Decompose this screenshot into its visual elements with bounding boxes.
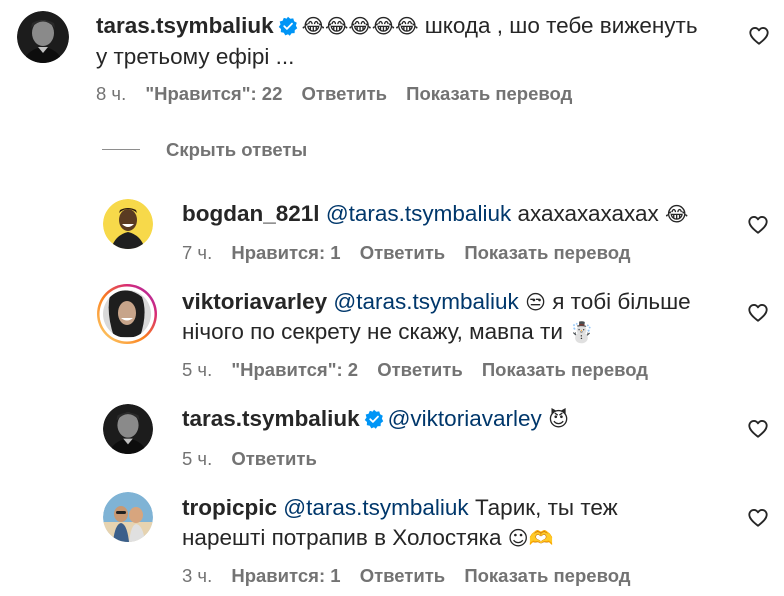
like-heart-icon[interactable] bbox=[747, 418, 769, 440]
likes-count-button[interactable]: Нравится: 1 bbox=[231, 241, 340, 265]
avatar-tropicpic[interactable] bbox=[103, 492, 153, 542]
avatar-taras-reply[interactable] bbox=[103, 404, 153, 454]
avatar-bogdan[interactable] bbox=[103, 199, 153, 249]
comment-emojis: 😂😂😂😂😂 bbox=[301, 14, 419, 38]
reply-button[interactable]: Ответить bbox=[360, 564, 446, 588]
reply-viktoria-line1: viktoriavarley @taras.tsymbaliuk 😒 я тоб… bbox=[182, 287, 691, 317]
reply-taras-meta: 5 ч. Ответить bbox=[182, 447, 331, 471]
reply-viktoria-meta: 5 ч. "Нравится": 2 Ответить Показать пер… bbox=[182, 358, 662, 382]
comment-text: я тобі більше bbox=[546, 289, 691, 314]
reply-bogdan-meta: 7 ч. Нравится: 1 Ответить Показать перев… bbox=[182, 241, 645, 265]
like-heart-icon[interactable] bbox=[747, 302, 769, 324]
translate-button[interactable]: Показать перевод bbox=[464, 564, 630, 588]
main-comment-meta: 8 ч. "Нравится": 22 Ответить Показать пе… bbox=[96, 82, 586, 106]
comment-text: нічого по секрету не скажу, мавпа ти bbox=[182, 319, 570, 344]
comment-text: Тарик, ты теж bbox=[468, 495, 618, 520]
reply-tropicpic-meta: 3 ч. Нравится: 1 Ответить Показать перев… bbox=[182, 564, 645, 588]
reply-button[interactable]: Ответить bbox=[377, 358, 463, 382]
mention-link[interactable]: @taras.tsymbaliuk bbox=[326, 201, 511, 226]
username-link[interactable]: tropicpic bbox=[182, 495, 277, 520]
comment-time: 8 ч. bbox=[96, 83, 127, 104]
replies-divider bbox=[102, 149, 140, 150]
like-heart-icon[interactable] bbox=[747, 507, 769, 529]
translate-button[interactable]: Показать перевод bbox=[464, 241, 630, 265]
main-comment-line1: taras.tsymbaliuk 😂😂😂😂😂 шкода , шо тебе ви… bbox=[96, 11, 698, 41]
comment-emoji: 😂 bbox=[665, 202, 689, 226]
reply-taras-line1: taras.tsymbaliuk @viktoriavarley 😈 bbox=[182, 404, 569, 434]
username-link[interactable]: taras.tsymbaliuk bbox=[96, 13, 274, 38]
comment-time: 7 ч. bbox=[182, 242, 213, 263]
mention-link[interactable]: @viktoriavarley bbox=[388, 406, 542, 431]
comment-text: шкода , шо тебе виженуть bbox=[418, 13, 698, 38]
reply-viktoria-line2: нічого по секрету не скажу, мавпа ти ☃️ bbox=[182, 317, 594, 347]
comment-time: 5 ч. bbox=[182, 359, 213, 380]
avatar-taras-main[interactable] bbox=[17, 11, 69, 63]
mention-link[interactable]: @taras.tsymbaliuk bbox=[333, 289, 518, 314]
comment-text: нарешті потрапив в Холостяка bbox=[182, 525, 508, 550]
mention-link[interactable]: @taras.tsymbaliuk bbox=[283, 495, 468, 520]
main-comment-line2: у третьому ефірі ... bbox=[96, 44, 295, 69]
reply-button[interactable]: Ответить bbox=[360, 241, 446, 265]
reply-button[interactable]: Ответить bbox=[302, 82, 388, 106]
like-heart-icon[interactable] bbox=[748, 25, 770, 47]
likes-count-button[interactable]: "Нравится": 22 bbox=[145, 82, 282, 106]
hide-replies-button[interactable]: Скрыть ответы bbox=[166, 138, 307, 162]
reply-bogdan-line1: bogdan_821l @taras.tsymbaliuk ахахахахах… bbox=[182, 199, 688, 229]
reply-tropicpic-line1: tropicpic @taras.tsymbaliuk Тарик, ты те… bbox=[182, 493, 618, 523]
translate-button[interactable]: Показать перевод bbox=[406, 82, 572, 106]
comment-emoji: ☺🫶 bbox=[507, 526, 554, 550]
username-link[interactable]: taras.tsymbaliuk bbox=[182, 406, 360, 431]
avatar-viktoria-story-ring[interactable] bbox=[96, 283, 158, 345]
comment-time: 5 ч. bbox=[182, 448, 213, 469]
like-heart-icon[interactable] bbox=[747, 214, 769, 236]
devil-emoji: 😈 bbox=[541, 407, 569, 431]
snowman-emoji: ☃️ bbox=[569, 320, 595, 344]
verified-badge-icon bbox=[364, 409, 384, 429]
verified-badge-icon bbox=[278, 16, 298, 36]
reply-tropicpic-line2: нарешті потрапив в Холостяка ☺🫶 bbox=[182, 523, 554, 553]
likes-count-button[interactable]: Нравится: 1 bbox=[231, 564, 340, 588]
username-link[interactable]: bogdan_821l bbox=[182, 201, 320, 226]
comment-text: ахахахахахах bbox=[511, 201, 666, 226]
username-link[interactable]: viktoriavarley bbox=[182, 289, 327, 314]
comment-emoji: 😒 bbox=[518, 290, 546, 314]
comment-time: 3 ч. bbox=[182, 565, 213, 586]
likes-count-button[interactable]: "Нравится": 2 bbox=[231, 358, 358, 382]
reply-button[interactable]: Ответить bbox=[231, 447, 317, 471]
translate-button[interactable]: Показать перевод bbox=[482, 358, 648, 382]
